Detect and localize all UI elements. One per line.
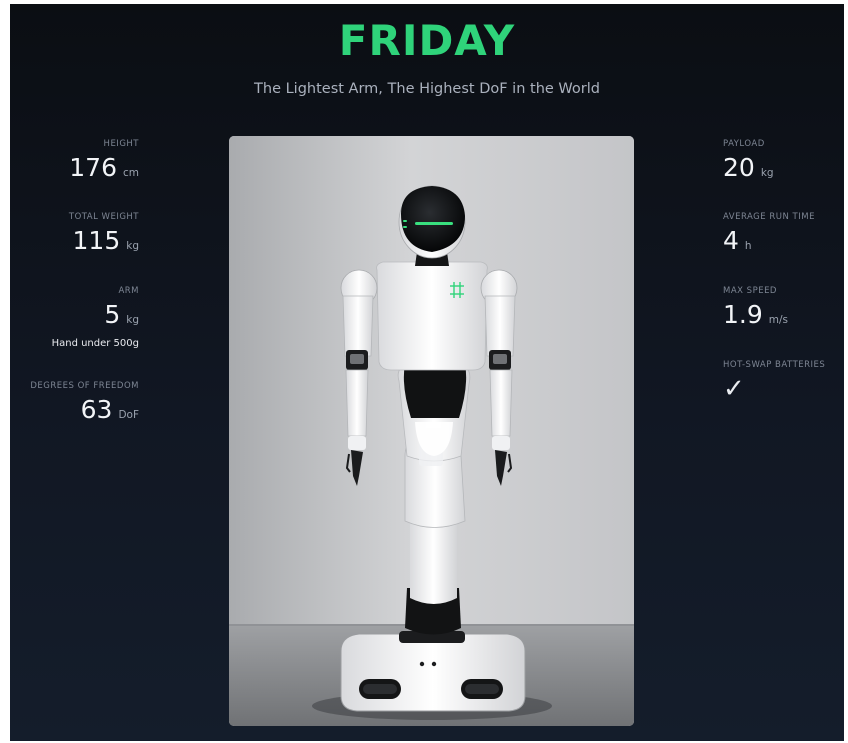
stat-unit: h [744,240,752,252]
stat-unit: kg [760,167,774,179]
stat-value: 115 [72,226,121,255]
stat-value: 5 [104,300,121,329]
stat-degrees-of-freedom: DEGREES OF FREEDOM 63 DoF [10,380,139,430]
stat-value: 176 [69,153,117,182]
stat-max-speed: MAX SPEED 1.9 m/s [723,285,844,335]
stat-label: HOT-SWAP BATTERIES [723,360,826,370]
stat-unit: kg [126,314,139,326]
robot-photo [229,136,634,726]
product-showcase: FRIDAY The Lightest Arm, The Highest DoF… [10,4,844,741]
stat-value: 63 [80,395,113,424]
stat-label: TOTAL WEIGHT [68,212,139,222]
stat-unit: m/s [768,314,789,326]
stat-label: MAX SPEED [723,286,777,296]
stat-label: AVERAGE RUN TIME [723,212,815,222]
product-title: FRIDAY [338,16,516,65]
stat-arm: ARM 5 kg Hand under 500g [10,285,139,351]
stat-label: ARM [118,286,139,296]
stat-unit: kg [126,240,139,252]
stat-total-weight: TOTAL WEIGHT 115 kg [10,211,139,261]
stat-height: HEIGHT 176 cm [10,138,139,188]
stat-label: PAYLOAD [723,139,765,149]
stat-label: HEIGHT [103,139,139,149]
stat-label: DEGREES OF FREEDOM [30,381,139,391]
check-icon: ✓ [723,374,745,404]
robot-illustration [229,136,634,726]
stat-unit: cm [122,167,139,179]
product-tagline: The Lightest Arm, The Highest DoF in the… [254,81,600,97]
stat-note: Hand under 500g [51,338,139,349]
stat-value: 20 [723,153,755,182]
stat-average-run-time: AVERAGE RUN TIME 4h [723,211,844,261]
stat-value: 1.9 [723,300,763,329]
stat-unit: DoF [118,409,139,421]
stat-payload: PAYLOAD 20 kg [723,138,844,188]
stat-hot-swap-batteries: HOT-SWAP BATTERIES ✓ [723,359,844,407]
stat-value: 4 [723,226,739,255]
